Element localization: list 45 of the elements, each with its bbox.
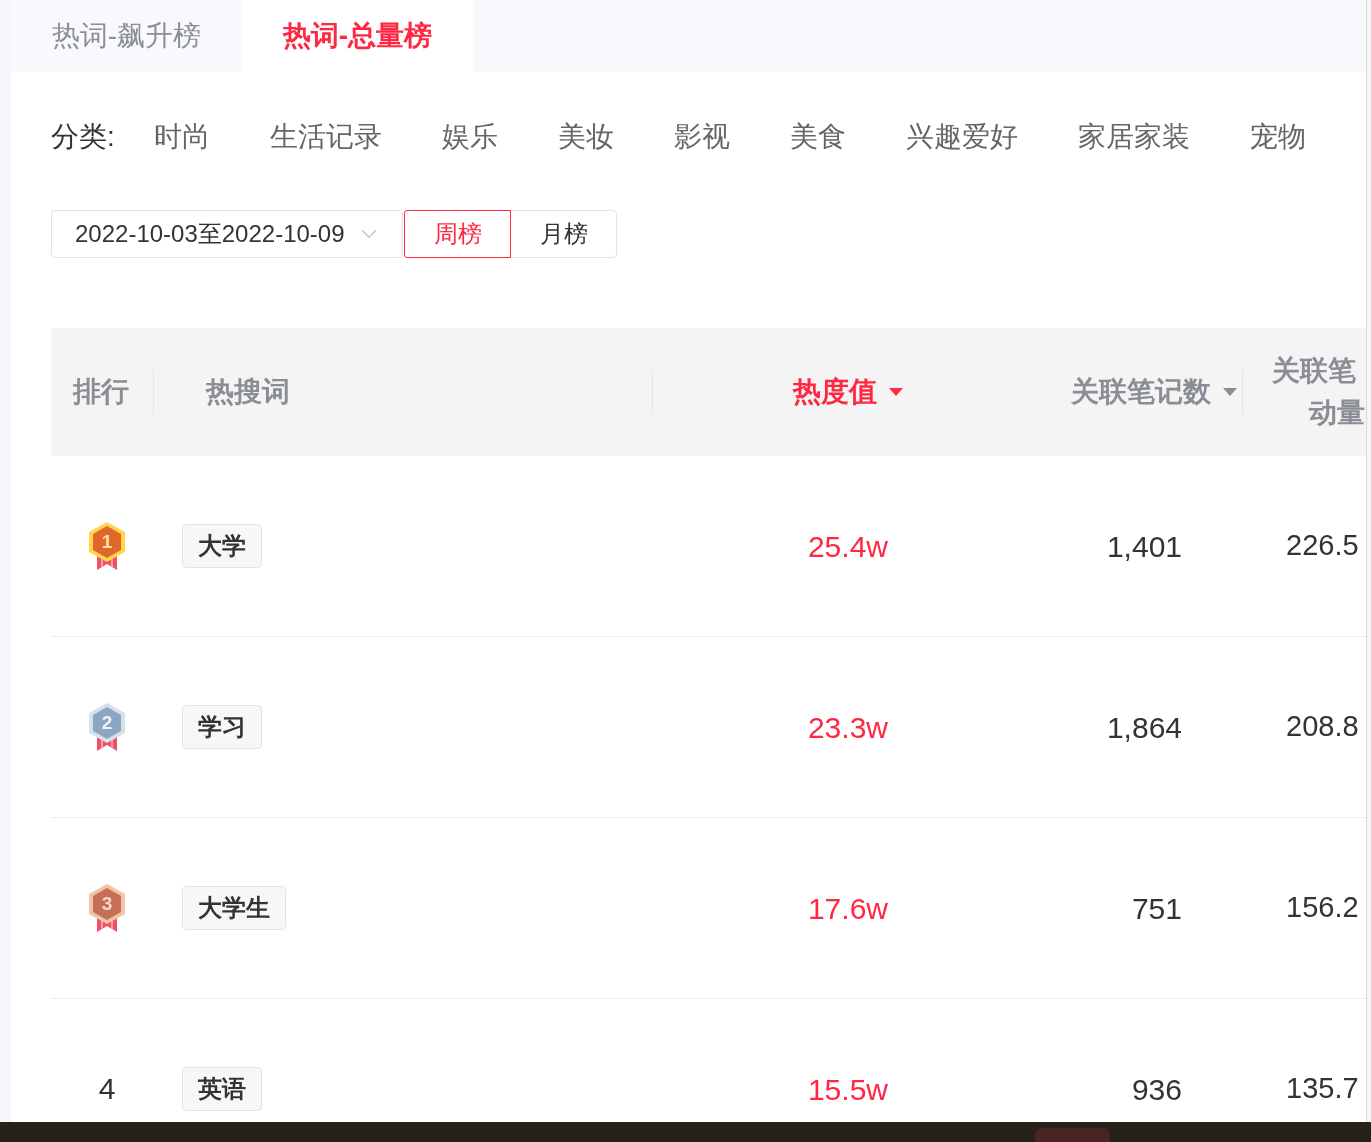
category-option[interactable]: 影视 (673, 116, 730, 158)
category-option[interactable]: 宠物 (1249, 116, 1306, 158)
sortable-column-header[interactable]: 关联笔记数 (1071, 371, 1237, 413)
category-option[interactable]: 生活记录 (269, 116, 382, 158)
sort-caret-icon (888, 388, 903, 396)
category-option[interactable]: 家居家装 (1077, 116, 1190, 158)
table-cell-text: 208.8 (1286, 709, 1359, 745)
table-cell-text: 135.7 (1286, 1071, 1359, 1107)
note-count: 1,864 (1106, 709, 1182, 746)
rank-number: 1 (101, 530, 113, 553)
category-option[interactable]: 兴趣爱好 (905, 116, 1018, 158)
heat-value: 17.6w (807, 890, 888, 927)
date-range-picker[interactable]: 2022-10-03至2022-10-09 (51, 210, 403, 258)
note-count: 936 (1131, 1071, 1182, 1108)
tab[interactable]: 热词-飙升榜 (11, 0, 242, 72)
medal-icon (88, 703, 126, 751)
category-option[interactable]: 美食 (789, 116, 846, 158)
category-option[interactable]: 娱乐 (441, 116, 498, 158)
column-header: 关联笔 动量 (1270, 354, 1365, 430)
column-header: 热搜词 (206, 375, 291, 409)
category-label: 分类: (51, 120, 115, 154)
note-count: 751 (1131, 890, 1182, 927)
rank-number: 4 (98, 1071, 116, 1107)
sort-caret-icon (1223, 388, 1237, 396)
keyword-tag: 英语 (182, 1067, 262, 1111)
table-cell-text: 156.2 (1286, 890, 1359, 926)
category-option[interactable]: 时尚 (153, 116, 210, 158)
heat-value: 23.3w (807, 709, 888, 746)
keyword-tag: 学习 (182, 705, 262, 749)
column-header: 排行 (73, 375, 129, 409)
heat-value: 25.4w (807, 528, 888, 565)
medal-icon (88, 884, 126, 932)
table-cell-text: 226.5 (1286, 528, 1359, 564)
rank-number: 2 (101, 711, 113, 734)
tab[interactable]: 热词-总量榜 (242, 0, 473, 72)
period-toggle-button[interactable]: 月榜 (510, 210, 617, 258)
period-toggle-button[interactable]: 周榜 (404, 210, 511, 258)
keyword-tag: 大学 (182, 524, 262, 568)
sortable-column-header[interactable]: 热度值 (792, 371, 903, 413)
heat-value: 15.5w (807, 1071, 888, 1108)
medal-icon (88, 522, 126, 570)
category-option[interactable]: 美妆 (557, 116, 614, 158)
keyword-tag: 大学生 (182, 886, 286, 930)
rank-number: 3 (101, 892, 113, 915)
note-count: 1,401 (1106, 528, 1182, 565)
